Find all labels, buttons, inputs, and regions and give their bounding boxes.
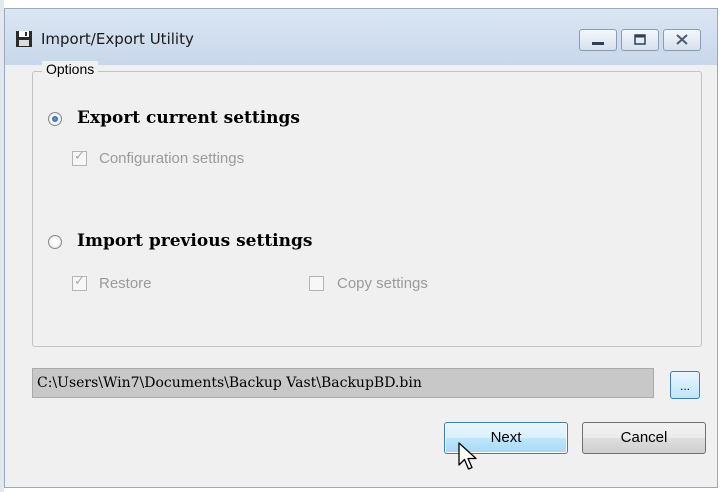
file-path-field[interactable]: C:\Users\Win7\Documents\Backup Vast\Back… — [32, 368, 654, 398]
maximize-button[interactable] — [621, 29, 659, 51]
window-title: Import/Export Utility — [41, 30, 194, 48]
restore-label: Restore — [99, 275, 152, 292]
options-legend: Options — [42, 61, 99, 77]
cancel-button[interactable]: Cancel — [582, 422, 706, 454]
floppy-disk-icon — [16, 31, 32, 47]
configuration-settings-checkbox[interactable]: ✓ — [72, 149, 87, 166]
browse-button[interactable]: ... — [670, 371, 700, 399]
export-radio-label[interactable]: Export current settings — [77, 108, 300, 128]
mouse-cursor-icon — [458, 442, 477, 470]
close-icon — [676, 34, 688, 45]
copy-settings-checkbox[interactable] — [309, 276, 324, 291]
title-bar[interactable]: Import/Export Utility — [5, 9, 717, 65]
checkmark-icon: ✓ — [74, 149, 85, 164]
close-button[interactable] — [663, 29, 701, 51]
maximize-icon — [634, 34, 646, 45]
minimize-icon — [592, 42, 604, 45]
export-radio[interactable] — [48, 112, 62, 126]
checkmark-icon: ✓ — [74, 274, 85, 289]
minimize-button[interactable] — [579, 29, 617, 51]
restore-checkbox[interactable]: ✓ — [72, 274, 87, 291]
configuration-settings-label: Configuration settings — [99, 150, 245, 167]
import-radio-label[interactable]: Import previous settings — [77, 231, 312, 251]
import-radio[interactable] — [48, 235, 62, 249]
copy-settings-label: Copy settings — [337, 275, 428, 292]
